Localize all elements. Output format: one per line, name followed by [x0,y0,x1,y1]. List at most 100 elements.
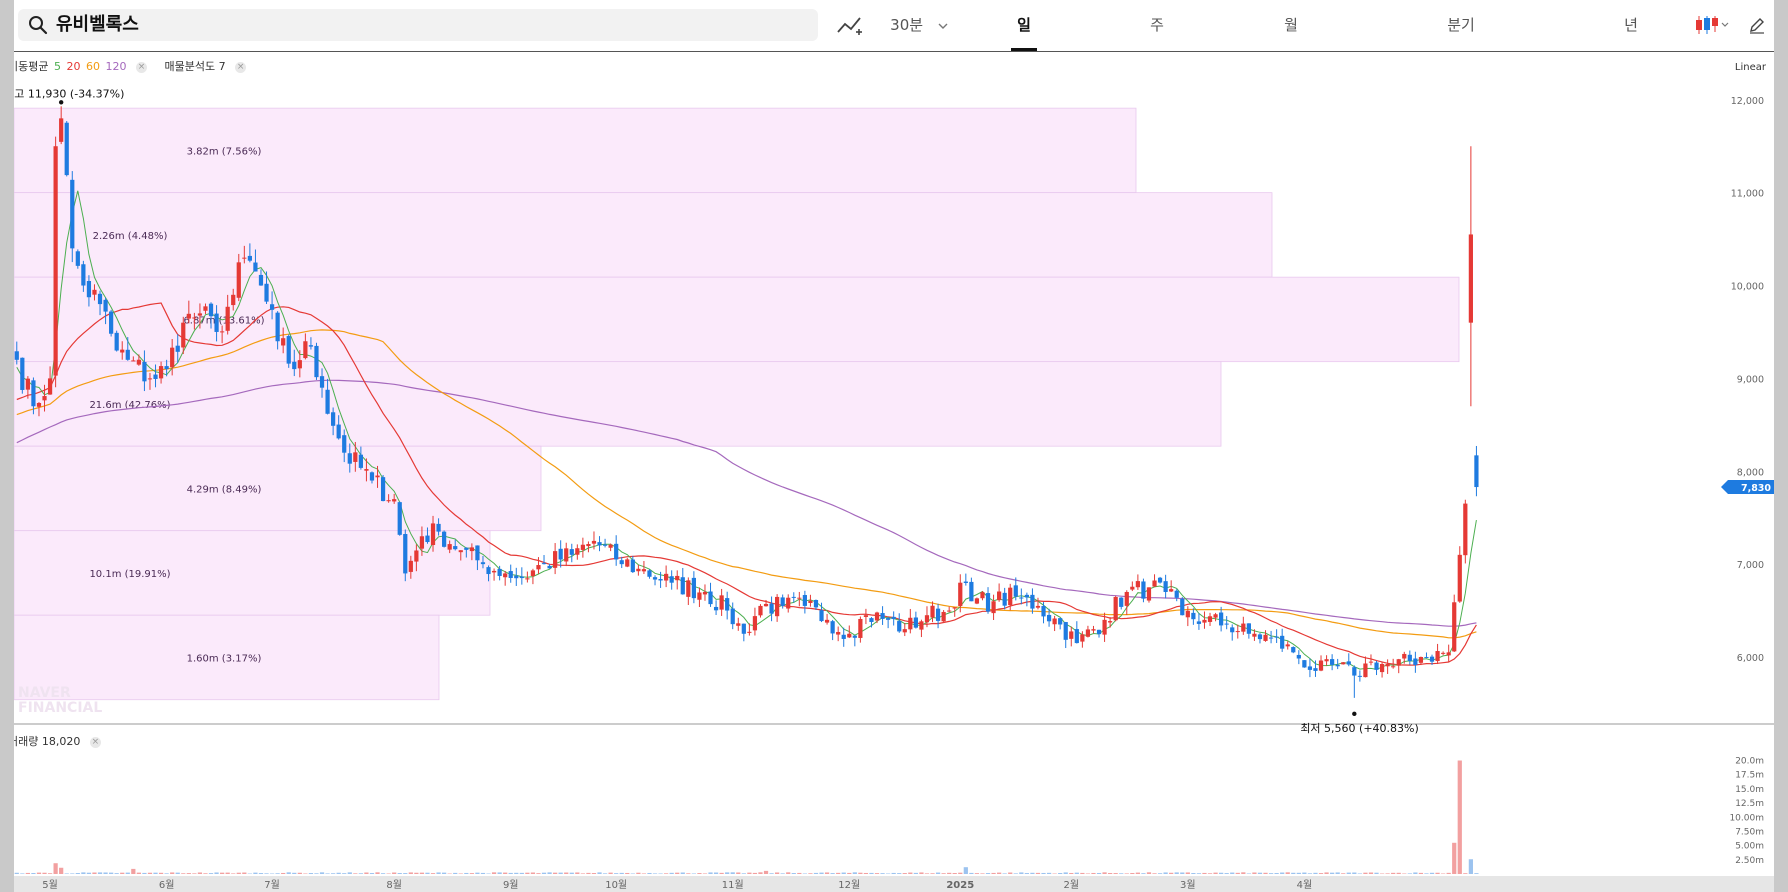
volume-bar [1163,872,1168,874]
low-label: 최저 5,560 (+40.83%) [1300,722,1418,735]
candle-body [464,547,469,550]
candle-body [719,595,724,610]
candle-body [1374,662,1379,670]
volume-bar [919,872,924,874]
candle-body [586,544,591,547]
volume-bar [236,872,241,874]
volume-bar [314,873,319,874]
volume-bar [1169,872,1174,874]
volume-bar [353,873,358,874]
candle-body [236,262,241,298]
volume-bar [42,872,47,874]
candle-body [1363,663,1368,678]
candle-body [1324,659,1329,662]
close-icon[interactable]: × [89,736,101,748]
volume-bar [1468,859,1473,874]
volume-profile-bar [14,192,1273,278]
volume-bar [1435,872,1440,874]
candle-body [1041,606,1046,617]
volume-bar [1096,872,1102,874]
candle-body [242,257,247,259]
volume-bar [1424,873,1429,874]
volume-bar [1457,760,1462,874]
volume-bar [181,873,186,874]
candle-body [941,611,946,622]
candle-body [419,536,425,549]
volume-bar [358,873,363,874]
candle-body [70,179,75,249]
volume-bar [469,873,474,874]
candle-body [403,533,408,574]
volume-bar [1407,873,1412,874]
candle-body [669,576,674,583]
candle-body [142,361,147,382]
candle-body [1219,612,1224,626]
volume-bar [602,873,608,874]
volume-bar [713,872,719,874]
candle-body [375,475,380,478]
volume-bar [1135,872,1140,874]
volume-layer [14,760,1479,874]
candle-body [575,548,580,555]
candle-body [1008,587,1013,606]
volume-bar [1324,872,1329,874]
candle-body [1002,592,1007,606]
close-icon[interactable]: × [235,61,247,73]
volume-bar [25,872,30,874]
candle-body [952,607,957,609]
candle-body [181,322,186,348]
scale-mode-button[interactable]: Linear [1735,62,1766,73]
candle-body [869,618,874,622]
candle-body [170,347,175,368]
volume-tick-label: 20.0m [1735,757,1764,767]
volume-bar [736,872,741,874]
candle-body [1169,589,1174,592]
volume-bar [214,872,219,874]
close-icon[interactable]: × [135,61,147,73]
volume-bar [419,872,425,874]
x-tick-label: 12월 [838,879,860,891]
volume-bar [258,873,264,874]
volume-bar [1002,873,1007,874]
y-tick-label: 11,000 [1731,189,1764,200]
price-chart[interactable]: 3.82m (7.56%) 2.26m (4.48%) 6.87m (13.61%)… [14,0,1774,892]
volume-bar [586,872,591,874]
candle-body [186,313,191,319]
candle-body [1468,234,1473,323]
volume-legend-label: 거래량 18,020 [14,735,81,748]
volume-legend: 거래량 18,020 × [14,733,103,749]
volume-bar [841,872,846,874]
x-tick-label: 2025 [946,880,974,891]
candle-body [902,629,907,633]
candle-body [1124,591,1129,606]
volume-bar [791,873,796,874]
candle-body [1058,618,1063,625]
volume-bar [647,872,652,874]
volume-bar [297,872,302,874]
candle-body [425,535,430,543]
volume-tick-label: 7.50m [1735,827,1764,837]
candle-body [297,360,302,369]
candle-body [547,565,552,569]
x-tick-label: 7월 [264,879,280,891]
volume-bar [53,863,58,874]
volume-bar [430,873,436,874]
candle-body [858,618,863,638]
candle-body [442,531,447,547]
candle-body [1257,634,1263,640]
candle-body [497,568,502,576]
candle-body [1180,598,1185,616]
candle-body [14,351,19,360]
candle-body [342,435,347,453]
volume-bar [569,872,574,874]
candle-body [636,568,641,572]
volume-bar [1102,872,1107,874]
candle-body [125,349,130,360]
volume-bar [425,872,430,874]
volume-profile-bar [14,445,542,532]
candle-body [31,380,36,407]
watermark-text: NAVER [18,685,71,701]
volume-bar [874,873,880,874]
candle-body [1074,629,1079,644]
candle-body [1274,636,1279,638]
